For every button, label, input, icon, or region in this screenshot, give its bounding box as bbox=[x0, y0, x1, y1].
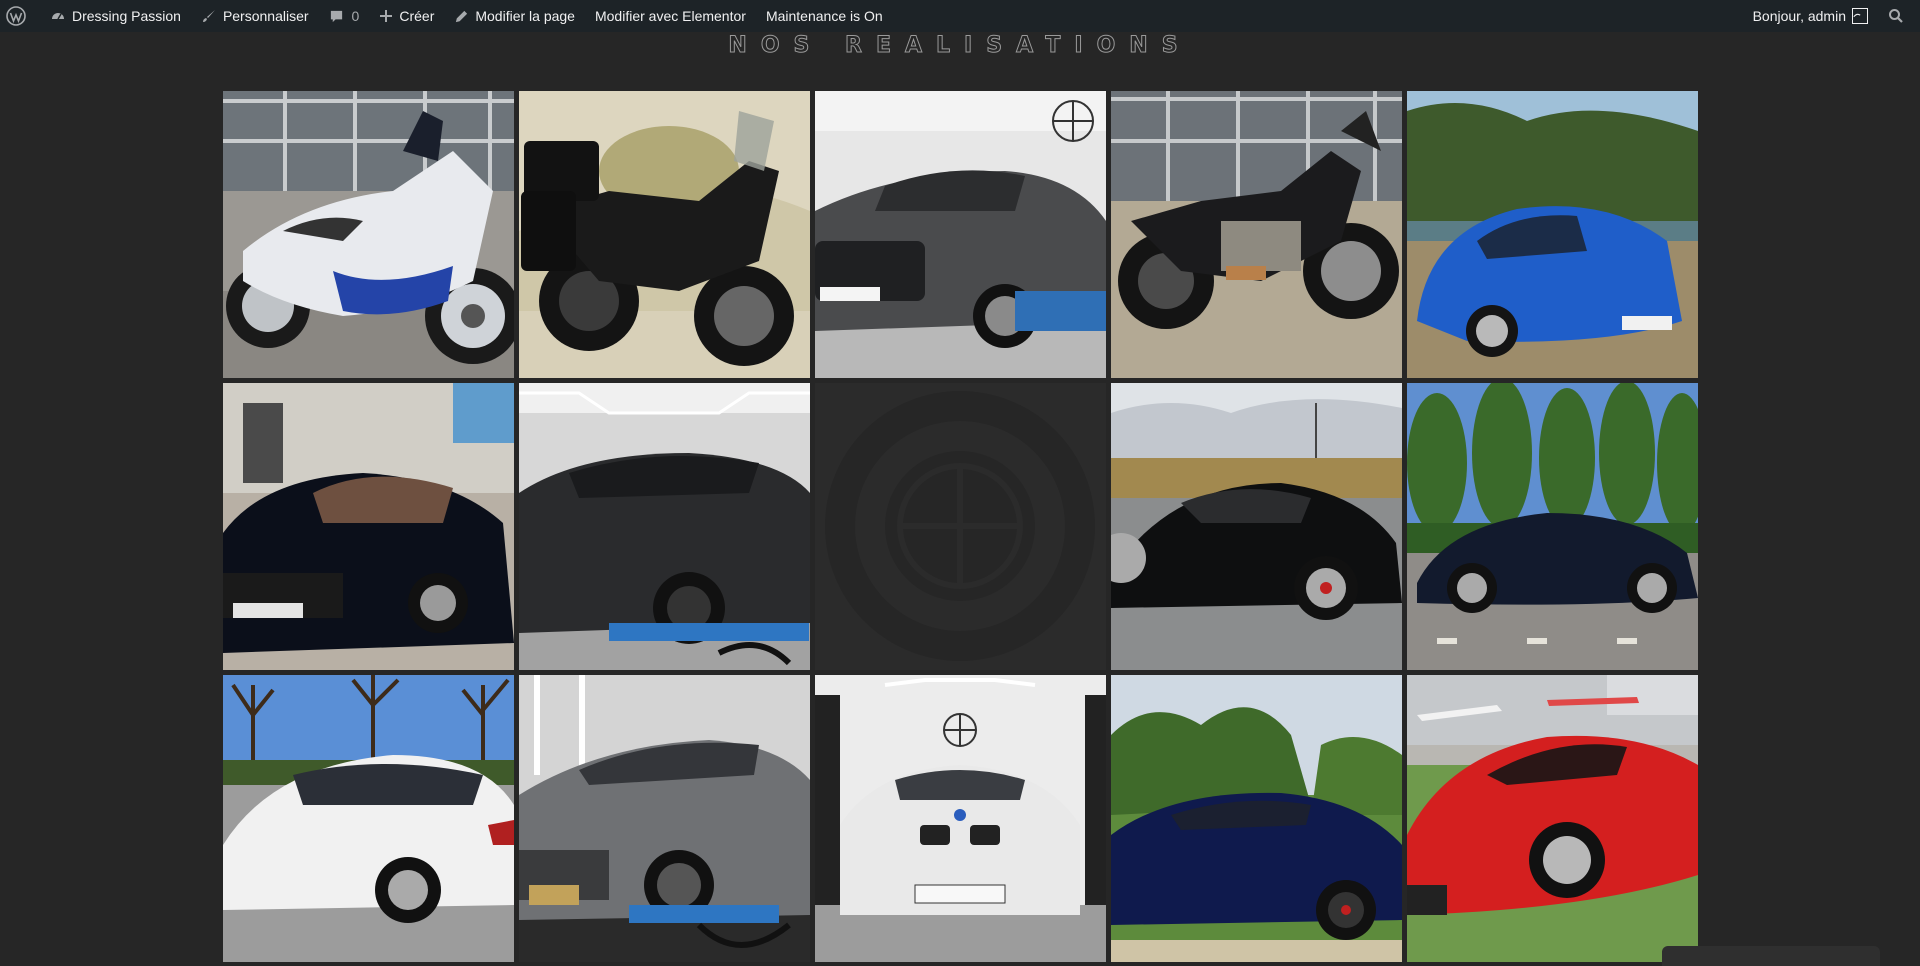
gallery-item-vfr-motorcycle[interactable] bbox=[223, 91, 514, 378]
gallery-item-blue-coupe[interactable] bbox=[1111, 675, 1402, 962]
gallery-item-bmw-gran-coupe[interactable] bbox=[1407, 383, 1698, 670]
customize-label: Personnaliser bbox=[222, 8, 309, 24]
site-name-link[interactable]: Dressing Passion bbox=[40, 0, 191, 32]
car-photo bbox=[1407, 383, 1698, 670]
comments-link[interactable]: 0 bbox=[319, 0, 370, 32]
search-icon bbox=[1889, 9, 1903, 23]
customize-link[interactable]: Personnaliser bbox=[191, 0, 319, 32]
wordpress-logo-icon[interactable] bbox=[0, 0, 40, 32]
motorcycle-photo bbox=[223, 91, 514, 378]
new-content-label: Créer bbox=[399, 8, 435, 24]
new-content-link[interactable]: Créer bbox=[369, 0, 444, 32]
gallery-item-adventure-motorcycle[interactable] bbox=[519, 91, 810, 378]
maintenance-label: Maintenance is On bbox=[765, 8, 883, 24]
edit-page-label: Modifier la page bbox=[475, 8, 575, 24]
maintenance-status-link[interactable]: Maintenance is On bbox=[756, 0, 893, 32]
gallery-item-porsche-macan[interactable] bbox=[815, 91, 1106, 378]
car-photo bbox=[1407, 91, 1698, 378]
car-photo bbox=[1407, 675, 1698, 962]
gallery-item-range-rover[interactable] bbox=[519, 383, 810, 670]
car-photo bbox=[1111, 383, 1402, 670]
gallery-item-logo-placeholder bbox=[815, 383, 1106, 670]
greeting-label: Bonjour, admin bbox=[1752, 8, 1846, 24]
edit-elementor-link[interactable]: Modifier avec Elementor bbox=[585, 0, 756, 32]
car-photo bbox=[815, 675, 1106, 962]
gallery-item-rocket-motorcycle[interactable] bbox=[1111, 91, 1402, 378]
motorcycle-photo bbox=[1111, 91, 1402, 378]
car-photo bbox=[223, 383, 514, 670]
car-photo bbox=[519, 675, 810, 962]
gallery-item-porsche-cayman[interactable] bbox=[1111, 383, 1402, 670]
comments-count: 0 bbox=[351, 8, 360, 24]
realisations-gallery bbox=[223, 91, 1698, 962]
gallery-item-ferrari[interactable] bbox=[1407, 675, 1698, 962]
wp-admin-bar: Dressing Passion Personnaliser 0 Créer M… bbox=[0, 0, 1920, 32]
car-photo bbox=[223, 675, 514, 962]
plus-icon bbox=[380, 10, 393, 22]
gallery-item-maserati[interactable] bbox=[223, 383, 514, 670]
dressing-passion-logo-icon bbox=[815, 383, 1106, 670]
gallery-item-bmw-1-series[interactable] bbox=[223, 675, 514, 962]
avatar bbox=[1852, 8, 1868, 24]
gallery-item-alpine-a110[interactable] bbox=[1407, 91, 1698, 378]
pencil-icon bbox=[456, 10, 468, 22]
site-name-label: Dressing Passion bbox=[72, 8, 181, 24]
brush-icon bbox=[202, 10, 215, 22]
edit-page-link[interactable]: Modifier la page bbox=[444, 0, 585, 32]
gallery-item-renault-megane[interactable] bbox=[519, 675, 810, 962]
my-account-link[interactable]: Bonjour, admin bbox=[1743, 0, 1878, 32]
gallery-item-bmw-2-series[interactable] bbox=[815, 675, 1106, 962]
edit-elementor-label: Modifier avec Elementor bbox=[594, 8, 746, 24]
chat-widget-tab[interactable] bbox=[1662, 946, 1880, 966]
motorcycle-photo bbox=[519, 91, 810, 378]
dashboard-icon bbox=[52, 13, 64, 20]
car-photo bbox=[1111, 675, 1402, 962]
section-title: NOS REALISATIONS bbox=[728, 33, 1192, 58]
search-button[interactable] bbox=[1878, 0, 1920, 32]
car-photo bbox=[815, 91, 1106, 378]
comment-icon bbox=[330, 10, 342, 22]
car-photo bbox=[519, 383, 810, 670]
